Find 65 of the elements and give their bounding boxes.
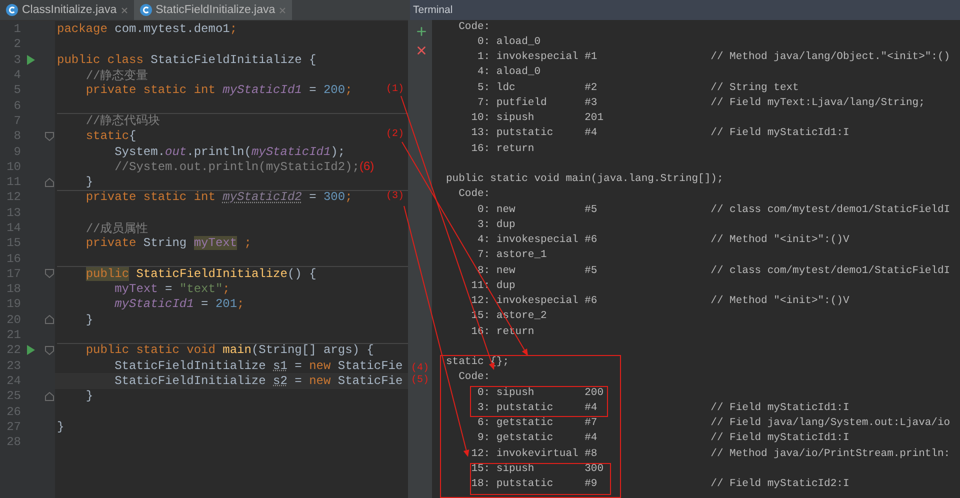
terminal-line: 3: putstatic #4 // Field myStaticId1:I xyxy=(476,402,850,416)
fold-icon[interactable] xyxy=(44,269,54,278)
fold-icon[interactable] xyxy=(44,178,54,187)
terminal-line: 0: sipush 200 xyxy=(476,386,604,400)
code-line: private static int myStaticId1 = 200; xyxy=(84,83,352,98)
annotation-label: (5) xyxy=(411,375,430,386)
class-icon xyxy=(140,4,152,16)
fold-icon[interactable] xyxy=(44,346,54,355)
terminal-line: 8: new #5 // class com/mytest/demo1/StaticFieldI xyxy=(476,264,950,278)
terminal-line: 1: invokespecial #1 // Method java/lang/Object."<init>":() xyxy=(476,51,950,65)
terminal-line: 6: getstatic #7 // Field java/lang/System.out:Ljava/io xyxy=(476,417,950,431)
terminal-line: 12: invokevirtual #8 // Method java/io/PrintStream.println: xyxy=(470,448,950,462)
code-line: myStaticId1 = 201; xyxy=(114,297,244,312)
code-line: //System.out.println(myStaticId2);(6) xyxy=(114,159,374,174)
code-line: public static void main(String[] args) { xyxy=(84,343,374,358)
fold-icon[interactable] xyxy=(44,315,54,324)
code-line: } xyxy=(84,312,94,327)
terminal-line: 3: dup xyxy=(476,218,516,233)
fold-icon[interactable] xyxy=(44,392,54,401)
terminal-line: 0: new #5 // class com/mytest/demo1/StaticFieldI xyxy=(476,204,950,218)
run-icon[interactable] xyxy=(27,54,35,65)
code-line: public StaticFieldInitialize() { xyxy=(84,266,316,281)
code-line: System.out.println(myStaticId1); xyxy=(114,144,346,159)
annotation-label: (3) xyxy=(386,191,404,202)
terminal-line: 10: sipush 201 xyxy=(470,112,604,126)
code-line: } xyxy=(84,389,94,404)
code-line: myText = "text"; xyxy=(114,282,230,296)
file-tab[interactable]: StaticFieldInitialize.java xyxy=(134,0,292,20)
terminal-title: Terminal xyxy=(410,0,960,20)
close-icon[interactable] xyxy=(279,6,286,14)
code-line: StaticFieldInitialize s1 = new StaticFie xyxy=(114,358,403,373)
code-line: } xyxy=(84,175,94,190)
code-line: StaticFieldInitialize s2 = new StaticFie xyxy=(114,374,403,388)
terminal-line: 4: aload_0 xyxy=(476,66,541,80)
code-line: static{ xyxy=(84,129,136,144)
terminal-line: 13: putstatic #4 // Field myStaticId1:I xyxy=(470,127,850,142)
terminal-line: public static void main(java.lang.String[]); xyxy=(446,173,724,187)
fold-icon[interactable] xyxy=(44,132,54,141)
code-line: //静态代码块 xyxy=(84,113,160,130)
code-line: package com.mytest.demo1; xyxy=(57,22,238,36)
terminal-line: 9: getstatic #4 // Field myStaticId1:I xyxy=(476,432,850,446)
terminal-line: 18: putstatic #9 // Field myStaticId2:I xyxy=(470,478,850,492)
terminal-line: 7: astore_1 xyxy=(476,249,547,264)
terminal-line: 0: aload_0 xyxy=(476,36,541,50)
code-line: private String myText ; xyxy=(84,236,252,250)
terminal-line: Code: xyxy=(458,188,490,202)
annotation-label: (2) xyxy=(386,129,404,140)
code-line: private static int myStaticId2 = 300; xyxy=(84,190,352,204)
annotation-label: (1) xyxy=(386,84,404,95)
terminal-line: Code: xyxy=(458,371,490,386)
run-icon[interactable] xyxy=(27,345,35,356)
terminal-line: Code: xyxy=(458,20,490,34)
code-line: public class StaticFieldInitialize { xyxy=(57,52,316,67)
terminal-line: 16: return xyxy=(470,142,534,156)
terminal-line: 4: invokespecial #6 // Method "<init>":()V xyxy=(476,234,850,248)
close-icon[interactable] xyxy=(120,6,128,14)
code-line: //成员属性 xyxy=(84,220,148,237)
terminal-line: 5: ldc #2 // String text xyxy=(476,82,799,96)
terminal-line: 12: invokespecial #6 // Method "<init>":()V xyxy=(470,295,850,309)
code-line: } xyxy=(57,420,64,434)
code-line: //静态变量 xyxy=(84,68,148,84)
terminal-line: 7: putfield #3 // Field myText:Ljava/lang/String; xyxy=(476,96,925,111)
class-icon xyxy=(6,4,18,16)
terminal-line: 15: sipush 300 xyxy=(470,462,604,477)
annotation-label: (4) xyxy=(411,363,430,374)
